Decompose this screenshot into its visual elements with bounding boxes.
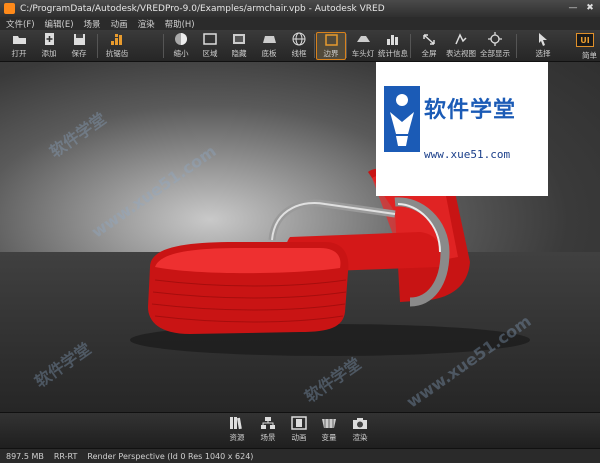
select-label: 选择: [535, 49, 551, 58]
toolbar-divider: [346, 34, 347, 58]
border-button[interactable]: 边界: [316, 32, 346, 60]
folder-open-icon: [12, 32, 27, 46]
floor-label: 底板: [261, 49, 277, 58]
open-label: 打开: [11, 49, 27, 58]
toolbar-divider: [410, 34, 411, 58]
headlight-button[interactable]: 车头灯: [348, 32, 378, 60]
render-label: 渲染: [352, 433, 368, 442]
simple-mode-label[interactable]: 简单: [582, 50, 597, 61]
window-title: C:/ProgramData/Autodesk/VREDPro-9.0/Exam…: [20, 3, 385, 14]
select-cursor-icon: [536, 32, 551, 46]
render-info: Render Perspective (Id 0 Res 1040 x 624): [87, 451, 254, 461]
close-button[interactable]: ✖: [582, 1, 598, 15]
watermark-url: www.xue51.com: [424, 148, 511, 161]
add-button[interactable]: 添加: [34, 32, 64, 60]
region-frame-icon: [203, 32, 218, 46]
stats-button[interactable]: 统计信息: [378, 32, 408, 60]
xue51-logo-icon: [384, 86, 420, 152]
memory-usage: 897.5 MB: [6, 451, 44, 461]
toolbar-divider: [97, 34, 98, 58]
vred-app-icon: [4, 3, 15, 14]
expression-view-label: 表达视图: [446, 49, 476, 58]
watermark-brand: 软件学堂: [424, 98, 517, 123]
border-label: 边界: [323, 49, 339, 58]
variants-cards-icon: [322, 419, 336, 428]
select-button[interactable]: 选择: [528, 32, 558, 60]
menu-animation[interactable]: 动画: [111, 18, 128, 30]
floor-plane-icon: [262, 32, 277, 46]
fullscreen-arrows-icon: [422, 32, 437, 46]
save-button[interactable]: 保存: [64, 32, 94, 60]
toolbar-divider: [516, 34, 517, 58]
ui-mode-badge[interactable]: UI: [576, 33, 594, 47]
toolbar-divider: [314, 34, 315, 58]
border-box-icon: [324, 33, 339, 46]
wireframe-button[interactable]: 线框: [284, 32, 314, 60]
bottom-dock: 资源 场景 动画 变量 渲染: [0, 412, 600, 448]
show-all-button[interactable]: 全部显示: [480, 32, 510, 60]
animation-film-icon: [291, 416, 307, 430]
antialias-button[interactable]: 抗锯齿: [102, 32, 132, 60]
stats-label: 统计信息: [378, 49, 408, 58]
headlight-label: 车头灯: [351, 49, 375, 58]
fullscreen-button[interactable]: 全屏: [414, 32, 444, 60]
render-button[interactable]: 渲染: [346, 416, 374, 446]
menu-file[interactable]: 文件(F): [6, 18, 35, 30]
menu-render[interactable]: 渲染: [138, 18, 155, 30]
zoom-label: 缩小: [173, 49, 189, 58]
region-button[interactable]: 区域: [195, 32, 225, 60]
region-label: 区域: [202, 49, 218, 58]
menu-bar: 文件(F) 编辑(E) 场景 动画 渲染 帮助(H): [0, 17, 600, 30]
assets-books-icon: [230, 417, 242, 430]
variants-button[interactable]: 变量: [315, 416, 343, 446]
watermark-logo-box: 软件学堂 www.xue51.com: [376, 62, 548, 196]
wireframe-globe-icon: [292, 32, 307, 46]
antialias-label: 抗锯齿: [105, 49, 129, 58]
floor-button[interactable]: 底板: [254, 32, 284, 60]
toolbar-divider: [163, 34, 164, 58]
animation-label: 动画: [291, 433, 307, 442]
hide-label: 隐藏: [231, 49, 247, 58]
scene-label: 场景: [260, 433, 276, 442]
scene-button[interactable]: 场景: [254, 416, 282, 446]
expression-view-button[interactable]: 表达视图: [446, 32, 476, 60]
status-bar: 897.5 MB RR-RT Render Perspective (Id 0 …: [0, 448, 600, 463]
expression-view-icon: [454, 32, 469, 46]
antialias-grid-icon: [110, 32, 125, 46]
variants-label: 变量: [321, 433, 337, 442]
show-all-label: 全部显示: [480, 49, 510, 58]
zoom-sphere-icon: [174, 32, 189, 46]
zoom-button[interactable]: 缩小: [166, 32, 196, 60]
save-disk-icon: [72, 32, 87, 46]
add-label: 添加: [41, 49, 57, 58]
render-camera-icon: [353, 418, 367, 429]
assets-label: 资源: [229, 433, 245, 442]
hide-panel-icon: [232, 32, 247, 46]
menu-help[interactable]: 帮助(H): [165, 18, 195, 30]
fullscreen-label: 全屏: [421, 49, 437, 58]
title-bar: C:/ProgramData/Autodesk/VREDPro-9.0/Exam…: [0, 0, 600, 17]
save-label: 保存: [71, 49, 87, 58]
menu-edit[interactable]: 编辑(E): [45, 18, 74, 30]
animation-button[interactable]: 动画: [285, 416, 313, 446]
add-file-icon: [42, 32, 57, 46]
menu-scene[interactable]: 场景: [84, 18, 101, 30]
hide-button[interactable]: 隐藏: [224, 32, 254, 60]
render-viewport[interactable]: 软件学堂 www.xue51.com 软件学堂 www.xue51.com 软件…: [0, 62, 600, 412]
stats-bar-chart-icon: [386, 32, 401, 46]
scene-graph-icon: [261, 417, 275, 429]
open-button[interactable]: 打开: [4, 32, 34, 60]
show-all-target-icon: [488, 32, 503, 46]
minimize-button[interactable]: —: [565, 1, 581, 15]
main-toolbar: 打开 添加 保存 抗锯齿 缩小 区域 隐藏 底板 线框 边界 车头灯 统计信息 …: [0, 30, 600, 62]
assets-button[interactable]: 资源: [223, 416, 251, 446]
render-mode: RR-RT: [53, 451, 78, 461]
wireframe-label: 线框: [291, 49, 307, 58]
headlight-icon: [356, 32, 371, 46]
